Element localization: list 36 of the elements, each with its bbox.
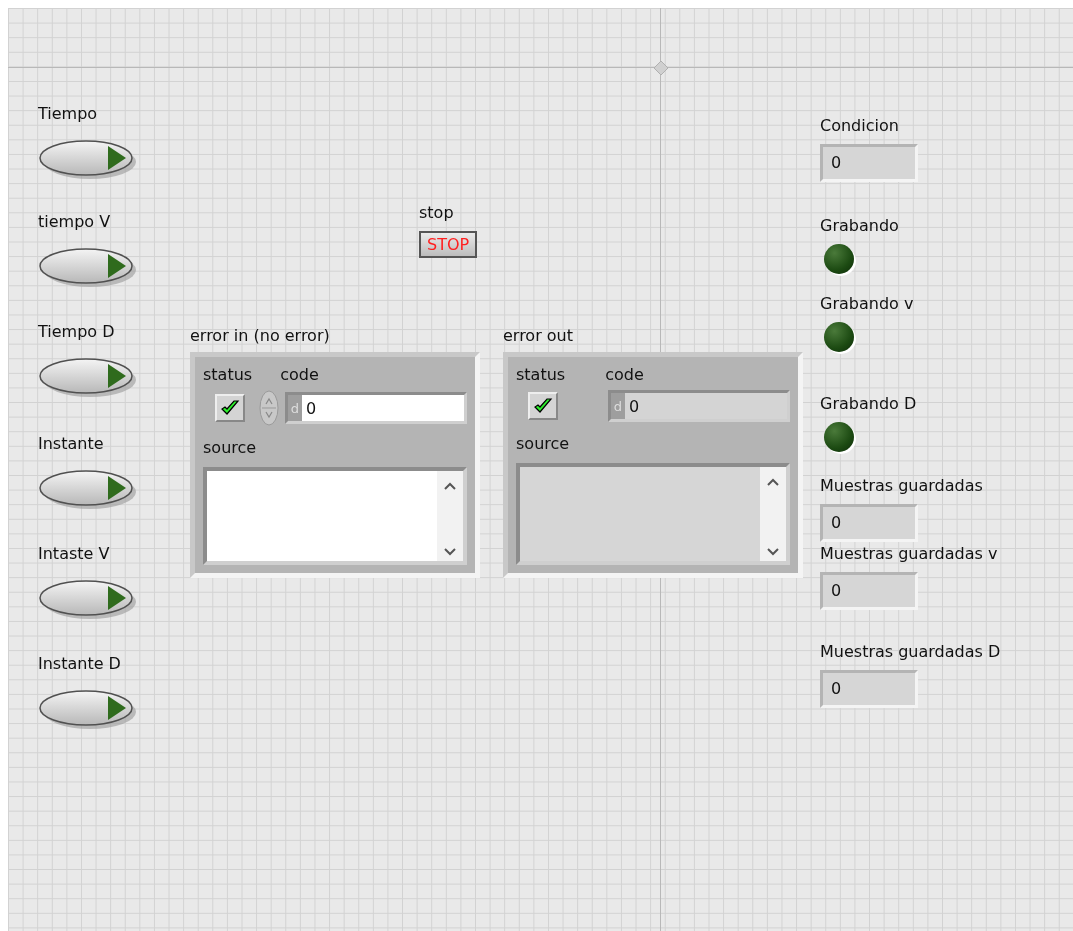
code-field: d 0 — [608, 390, 790, 422]
scroll-down-icon[interactable] — [766, 547, 780, 557]
status-label: status — [516, 365, 566, 384]
indicator-label: Grabando D — [820, 394, 917, 414]
indicator-label: Grabando v — [820, 294, 914, 314]
code-label: code — [280, 365, 319, 384]
switch-label: tiempo V — [38, 212, 112, 232]
cluster-label: error in (no error) — [190, 326, 331, 346]
switch-label: Tiempo — [38, 104, 99, 124]
cluster-label: error out — [503, 326, 575, 346]
numeric-indicator: 0 — [820, 670, 918, 708]
switch-label: Tiempo D — [38, 322, 116, 342]
numeric-indicator: 0 — [820, 144, 918, 182]
checkmark-icon — [533, 397, 553, 415]
indicator-label: Muestras guardadas v — [820, 544, 998, 564]
indicator-label: Grabando — [820, 216, 899, 236]
numeric-indicator: 0 — [820, 504, 918, 542]
source-label: source — [203, 438, 258, 457]
source-field[interactable] — [203, 467, 467, 565]
code-field[interactable]: d 0 — [285, 392, 467, 424]
status-label: status — [203, 365, 253, 384]
switch-label: Instante — [38, 434, 105, 454]
indicator-label: Muestras guardadas — [820, 476, 983, 496]
switch-label: Intaste V — [38, 544, 111, 564]
status-checkbox[interactable] — [215, 394, 245, 422]
indicator-label: Condicion — [820, 116, 899, 136]
stop-label: stop — [419, 203, 454, 223]
switch-label: Instante D — [38, 654, 122, 674]
scroll-down-icon[interactable] — [443, 547, 457, 557]
scroll-up-icon[interactable] — [766, 477, 780, 487]
scroll-up-icon[interactable] — [443, 481, 457, 491]
indicator-label: Muestras guardadas D — [820, 642, 1001, 662]
checkmark-icon — [220, 399, 240, 417]
source-label: source — [516, 434, 571, 453]
code-label: code — [605, 365, 644, 384]
numeric-indicator: 0 — [820, 572, 918, 610]
